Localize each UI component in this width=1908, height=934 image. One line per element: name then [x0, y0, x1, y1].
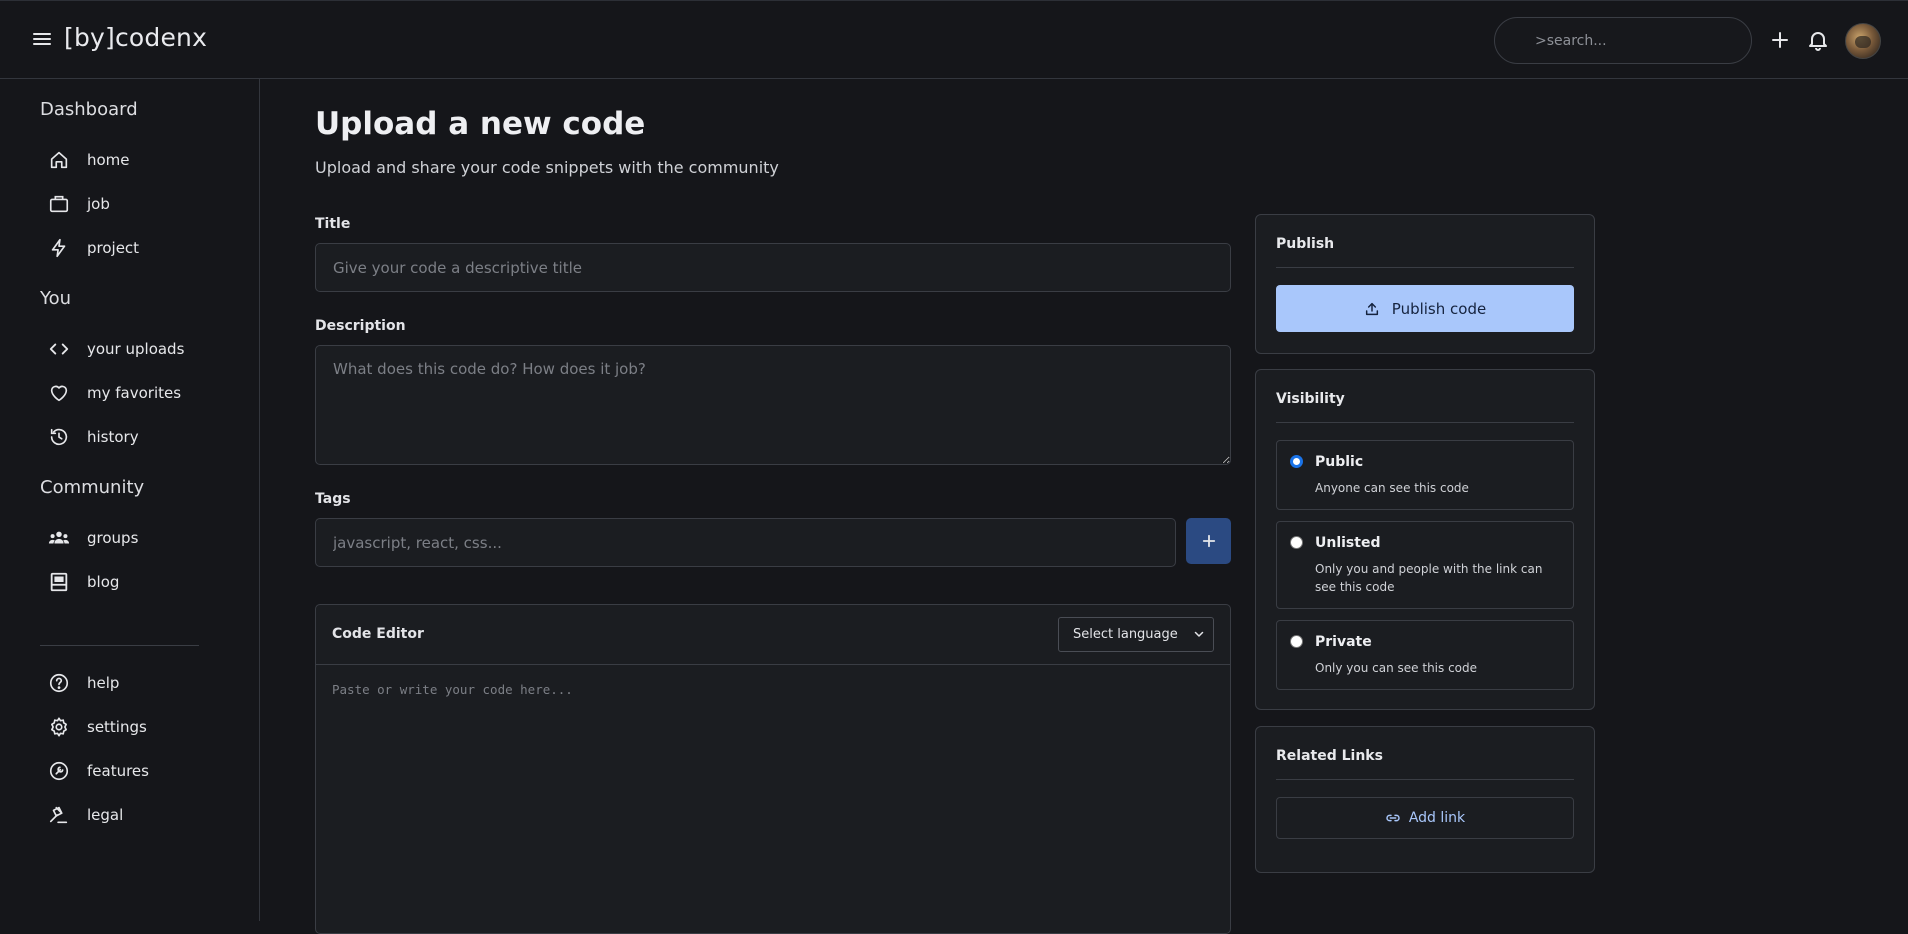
sidebar-item-label: history — [87, 428, 139, 446]
visibility-option-name: Public — [1315, 454, 1364, 470]
sidebar-item-blog[interactable]: blog — [48, 564, 238, 600]
search-input[interactable] — [1495, 18, 1751, 63]
search-box[interactable] — [1494, 17, 1752, 64]
plus-icon[interactable] — [1768, 28, 1792, 52]
sidebar-item-label: settings — [87, 718, 147, 736]
upload-icon — [1365, 302, 1378, 315]
divider — [1276, 422, 1574, 423]
visibility-option-private[interactable]: Private Only you can see this code — [1276, 620, 1574, 690]
sidebar-item-settings[interactable]: settings — [48, 709, 238, 745]
description-label: Description — [315, 318, 406, 334]
sidebar-item-groups[interactable]: groups — [48, 520, 238, 556]
home-icon — [50, 151, 68, 169]
visibility-title: Visibility — [1276, 391, 1345, 407]
divider — [1276, 267, 1574, 268]
radio-private[interactable] — [1290, 635, 1303, 648]
page-subtitle: Upload and share your code snippets with… — [315, 158, 779, 177]
related-links-title: Related Links — [1276, 748, 1383, 764]
visibility-option-unlisted[interactable]: Unlisted Only you and people with the li… — [1276, 521, 1574, 609]
sidebar-item-my-favorites[interactable]: my favorites — [48, 375, 238, 411]
sidebar-item-help[interactable]: help — [48, 665, 238, 701]
publish-title: Publish — [1276, 236, 1335, 252]
title-input[interactable] — [315, 243, 1231, 292]
visibility-option-name: Private — [1315, 634, 1372, 650]
publish-code-label: Publish code — [1391, 299, 1487, 318]
add-link-label: Add link — [1408, 810, 1466, 826]
sidebar-item-label: home — [87, 151, 130, 169]
sidebar-item-label: groups — [87, 529, 139, 547]
top-bar: [by]codenx — [0, 0, 1908, 79]
code-editor-header: Code Editor Select language — [316, 605, 1230, 665]
divider — [1276, 779, 1574, 780]
visibility-option-desc: Anyone can see this code — [1315, 481, 1469, 495]
sidebar-item-history[interactable]: history — [48, 419, 238, 455]
visibility-option-desc: Only you can see this code — [1315, 661, 1478, 675]
page-title: Upload a new code — [315, 106, 646, 142]
sidebar-item-label: job — [87, 195, 110, 213]
sidebar-item-label: your uploads — [87, 340, 185, 358]
bell-icon[interactable] — [1806, 28, 1830, 52]
visibility-option-name: Unlisted — [1315, 535, 1381, 551]
sidebar-divider — [40, 645, 199, 646]
sidebar-section-title: Community — [40, 477, 145, 498]
sidebar-item-label: legal — [87, 806, 124, 824]
language-select-value: Select language — [1073, 627, 1178, 642]
visibility-panel: Visibility Public Anyone can see this co… — [1255, 369, 1595, 710]
tags-label: Tags — [315, 491, 351, 507]
plus-icon — [1202, 534, 1215, 548]
sidebar-item-features[interactable]: features — [48, 753, 238, 789]
code-editor: Code Editor Select language — [315, 604, 1231, 934]
help-icon — [49, 673, 69, 693]
sidebar-item-your-uploads[interactable]: your uploads — [48, 331, 238, 367]
publish-panel: Publish Publish code — [1255, 214, 1595, 354]
publish-code-button[interactable]: Publish code — [1276, 285, 1574, 332]
sidebar-item-project[interactable]: project — [48, 230, 238, 266]
history-icon — [50, 428, 68, 446]
sidebar-item-job[interactable]: job — [48, 186, 238, 222]
add-link-button[interactable]: Add link — [1276, 797, 1574, 839]
radio-public[interactable] — [1290, 455, 1303, 468]
code-icon — [49, 343, 69, 355]
visibility-option-desc: Only you and people with the link can se… — [1315, 562, 1543, 594]
sidebar-item-label: blog — [87, 573, 120, 591]
code-editor-title: Code Editor — [332, 626, 424, 642]
groups-icon — [48, 531, 70, 544]
radio-unlisted[interactable] — [1290, 536, 1303, 549]
bolt-icon — [51, 238, 66, 258]
sidebar-item-label: my favorites — [87, 384, 182, 402]
sidebar-section-title: You — [40, 288, 72, 309]
hamburger-menu-icon[interactable] — [29, 30, 55, 52]
sidebar-item-home[interactable]: home — [48, 142, 238, 178]
avatar[interactable] — [1845, 23, 1881, 59]
features-icon — [49, 761, 69, 781]
heart-icon — [50, 385, 68, 402]
sidebar-item-label: project — [87, 239, 140, 257]
sidebar-section-title: Dashboard — [40, 99, 138, 120]
chevron-down-icon — [1194, 631, 1204, 637]
code-textarea[interactable] — [316, 666, 1230, 934]
visibility-option-public[interactable]: Public Anyone can see this code — [1276, 440, 1574, 510]
sidebar-item-label: features — [87, 762, 149, 780]
related-links-panel: Related Links Add link — [1255, 726, 1595, 873]
tags-input[interactable] — [315, 518, 1176, 567]
link-icon — [1386, 814, 1400, 822]
briefcase-icon — [49, 195, 69, 213]
blog-icon — [50, 572, 68, 592]
gavel-icon — [49, 806, 68, 824]
add-tag-button[interactable] — [1186, 518, 1231, 564]
language-select[interactable]: Select language — [1058, 617, 1214, 652]
logo[interactable]: [by]codenx — [64, 23, 207, 52]
sidebar-item-label: help — [87, 674, 120, 692]
sidebar: Dashboard home job project You your uplo… — [0, 79, 260, 921]
sidebar-item-legal[interactable]: legal — [48, 797, 238, 833]
title-label: Title — [315, 216, 351, 232]
gear-icon — [51, 717, 67, 737]
description-textarea[interactable] — [315, 345, 1231, 465]
